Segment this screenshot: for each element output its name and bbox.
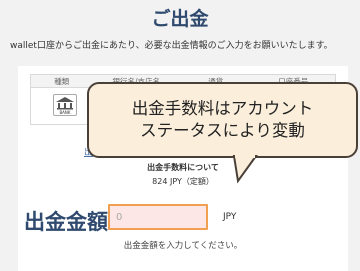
amount-input[interactable] — [108, 204, 208, 230]
callout-line-2: ステータスにより変動 — [140, 121, 305, 140]
bank-icon: BANK — [53, 94, 77, 116]
amount-label: 出金金額 — [24, 210, 108, 234]
amount-hint: 出金金額を入力してください。 — [123, 241, 243, 251]
callout-text: 出金手数料はアカウント ステータスにより変動 — [89, 98, 356, 142]
currency-unit: JPY — [223, 212, 237, 222]
svg-text:BANK: BANK — [59, 110, 70, 115]
callout-tail-icon — [232, 155, 258, 184]
callout-line-1: 出金手数料はアカウント — [131, 99, 314, 118]
fee-heading: 出金手数料について — [147, 163, 219, 172]
intro-text: wallet口座からご出金にあたり、必要な出金情報のご入力をお願いいたします。 — [10, 41, 333, 51]
fee-callout: 出金手数料はアカウント ステータスにより変動 — [87, 82, 358, 158]
header-type: 種類 — [54, 76, 70, 86]
page-title: ご出金 — [151, 8, 209, 30]
fee-value: 824 JPY（定額） — [152, 177, 214, 186]
